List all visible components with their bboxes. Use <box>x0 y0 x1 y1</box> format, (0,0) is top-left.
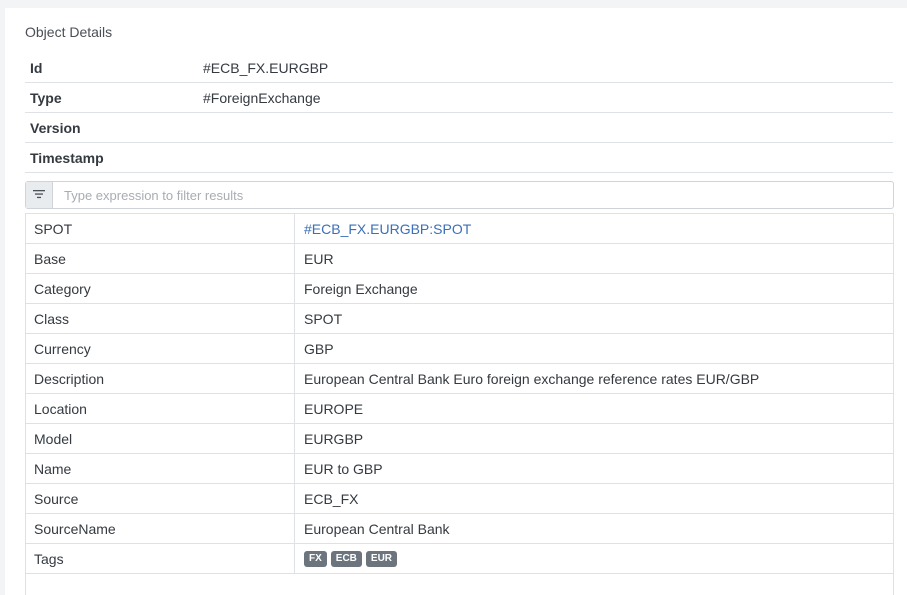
meta-key: Version <box>30 119 81 136</box>
filter-button[interactable] <box>26 182 53 208</box>
table-row: Description European Central Bank Euro f… <box>26 364 893 394</box>
meta-row-timestamp: Timestamp <box>25 143 893 173</box>
property-value: SPOT <box>304 310 343 327</box>
table-row: SPOT #ECB_FX.EURGBP:SPOT <box>26 214 893 244</box>
property-value: EURGBP <box>304 430 364 447</box>
property-value: EUR <box>304 250 334 267</box>
meta-row-id: Id #ECB_FX.EURGBP <box>25 53 893 83</box>
table-row: Currency GBP <box>26 334 893 364</box>
property-value: GBP <box>304 340 334 357</box>
property-key: Name <box>26 454 295 483</box>
property-value: EUR to GBP <box>304 460 383 477</box>
table-row: Model EURGBP <box>26 424 893 454</box>
property-key: Category <box>26 274 295 303</box>
property-key: SPOT <box>26 214 295 243</box>
spot-link[interactable]: #ECB_FX.EURGBP:SPOT <box>304 221 471 237</box>
property-key: Base <box>26 244 295 273</box>
meta-value: #ForeignExchange <box>203 89 321 106</box>
property-key: Description <box>26 364 295 393</box>
property-key: Currency <box>26 334 295 363</box>
property-key: Source <box>26 484 295 513</box>
property-key: Tags <box>26 544 295 573</box>
filter-bar <box>25 181 894 209</box>
table-row: Base EUR <box>26 244 893 274</box>
property-key: SourceName <box>26 514 295 543</box>
property-value: European Central Bank <box>304 520 450 537</box>
table-row: Class SPOT <box>26 304 893 334</box>
meta-value: #ECB_FX.EURGBP <box>203 59 329 76</box>
section-title: Object Details <box>25 24 113 40</box>
tag-badge: EUR <box>365 550 398 567</box>
table-row: Source ECB_FX <box>26 484 893 514</box>
object-details-panel: Object Details Id #ECB_FX.EURGBP Type #F… <box>5 8 907 595</box>
table-row: SourceName European Central Bank <box>26 514 893 544</box>
table-row: Category Foreign Exchange <box>26 274 893 304</box>
filter-icon <box>33 186 45 204</box>
property-value: Foreign Exchange <box>304 280 418 297</box>
property-key: Model <box>26 424 295 453</box>
table-row: Name EUR to GBP <box>26 454 893 484</box>
tag-badge: FX <box>304 550 327 567</box>
tag-badge: ECB <box>330 550 362 567</box>
property-key: Location <box>26 394 295 423</box>
meta-key: Type <box>30 89 62 106</box>
meta-row-type: Type #ForeignExchange <box>25 83 893 113</box>
table-row: Location EUROPE <box>26 394 893 424</box>
meta-key: Timestamp <box>30 149 104 166</box>
meta-row-version: Version <box>25 113 893 143</box>
properties-table: SPOT #ECB_FX.EURGBP:SPOT Base EUR Catego… <box>25 213 894 595</box>
property-key: Class <box>26 304 295 333</box>
table-row: Tags FX ECB EUR <box>26 544 893 574</box>
property-value: European Central Bank Euro foreign excha… <box>304 370 760 387</box>
tags-cell: FX ECB EUR <box>295 544 401 573</box>
property-value: ECB_FX <box>304 490 359 507</box>
meta-table: Id #ECB_FX.EURGBP Type #ForeignExchange … <box>25 53 893 173</box>
property-value: EUROPE <box>304 400 364 417</box>
filter-input[interactable] <box>53 182 893 208</box>
meta-key: Id <box>30 59 43 76</box>
